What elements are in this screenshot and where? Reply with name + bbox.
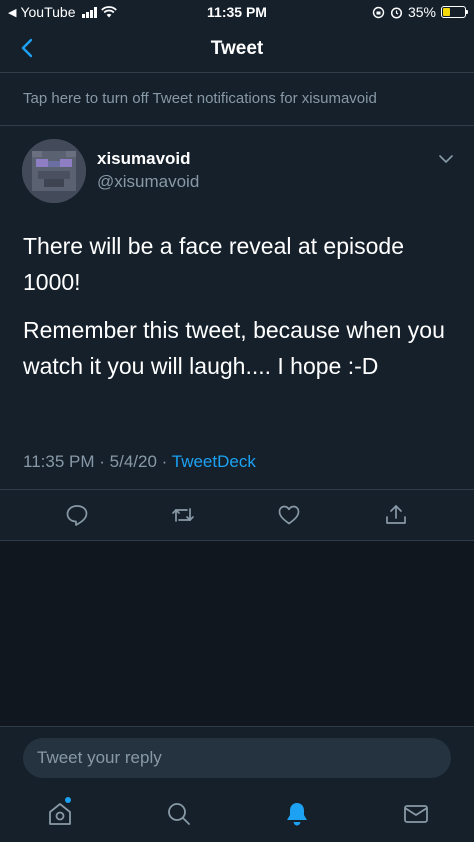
rotation-lock-icon [372,6,385,18]
reply-icon[interactable] [65,503,89,527]
empty-replies-area [0,541,474,726]
avatar[interactable] [22,139,86,203]
tweet-time: 11:35 PM [23,452,95,471]
tweet-date: 5/4/20 [109,452,157,471]
new-tweets-dot [65,797,71,803]
chevron-down-icon[interactable] [438,151,454,167]
avatar-image [22,139,86,203]
home-icon[interactable] [46,800,74,828]
author-handle[interactable]: @xisumavoid [97,172,199,192]
battery-percent: 35% [407,4,436,20]
status-bar: ◀ YouTube 11:35 PM 35% [0,0,474,26]
battery-fill [443,8,451,16]
battery-icon [441,6,468,18]
like-icon[interactable] [277,503,301,527]
author-name[interactable]: xisumavoid [97,149,191,169]
alarm-icon [390,6,403,19]
retweet-icon[interactable] [171,503,195,527]
meta-separator: · [161,452,168,471]
notification-toggle-banner[interactable]: Tap here to turn off Tweet notifications… [0,74,474,126]
tweet-header: xisumavoid @xisumavoid [0,127,474,207]
tweet-actions [0,489,474,541]
search-icon[interactable] [165,800,193,828]
tweet-meta: 11:35 PM · 5/4/20 · TweetDeck [23,452,256,472]
page-title: Tweet [210,38,264,59]
tweet-paragraph: Remember this tweet, because when you wa… [23,317,445,379]
tweet-body: There will be a face reveal at episode 1… [23,228,453,396]
tweet-paragraph: There will be a face reveal at episode 1… [23,233,404,295]
meta-separator: · [99,452,105,471]
tweet-source-link[interactable]: TweetDeck [172,452,256,471]
messages-icon[interactable] [402,800,430,828]
status-right: 35% [372,4,468,20]
notifications-icon[interactable] [283,800,311,828]
reply-bar [0,726,474,788]
share-icon[interactable] [384,503,408,527]
reply-input[interactable] [23,738,451,778]
nav-bar: Tweet [0,26,474,73]
tab-bar [0,788,474,842]
